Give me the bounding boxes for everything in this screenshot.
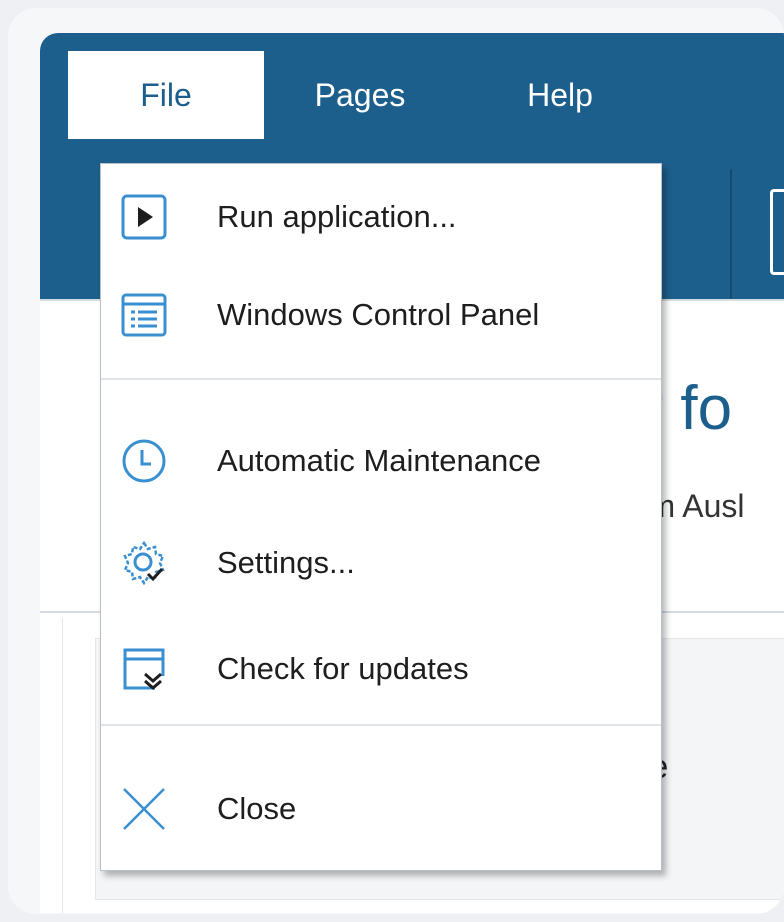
content-sidebar	[40, 618, 63, 913]
document-icon[interactable]	[770, 189, 784, 275]
ribbon-divider	[730, 169, 732, 299]
screenshot-frame: File Pages Help orts er fo rom Ausl re	[8, 8, 784, 914]
app-window: File Pages Help orts er fo rom Ausl re	[40, 33, 784, 913]
menu-separator	[101, 724, 661, 726]
menu-item-label: Run application...	[217, 199, 457, 234]
close-icon	[123, 788, 165, 830]
menu-item-close[interactable]: Close	[101, 764, 661, 854]
menu-item-settings[interactable]: Settings...	[101, 518, 661, 608]
menu-item-label: Close	[217, 791, 297, 826]
menu-item-label: Settings...	[217, 545, 355, 580]
menu-item-label: Windows Control Panel	[217, 297, 540, 332]
run-icon	[121, 194, 167, 240]
control-panel-icon	[121, 293, 167, 337]
update-icon	[123, 648, 165, 690]
menu-item-check-updates[interactable]: Check for updates	[101, 624, 661, 714]
menu-separator	[101, 378, 661, 380]
menu-item-label: Check for updates	[217, 651, 469, 686]
menu-item-label: Automatic Maintenance	[217, 443, 541, 478]
menu-bar: File Pages Help	[40, 33, 784, 139]
file-menu-dropdown: Run application... Windows Control Panel	[100, 163, 662, 871]
menu-item-control-panel[interactable]: Windows Control Panel	[101, 270, 661, 360]
menu-item-automatic-maintenance[interactable]: Automatic Maintenance	[101, 416, 661, 506]
menu-help[interactable]: Help	[510, 51, 610, 139]
menu-pages[interactable]: Pages	[290, 51, 430, 139]
gear-icon	[123, 540, 165, 586]
menu-file[interactable]: File	[68, 51, 264, 139]
menu-item-run-application[interactable]: Run application...	[101, 172, 661, 262]
clock-icon	[122, 439, 166, 483]
